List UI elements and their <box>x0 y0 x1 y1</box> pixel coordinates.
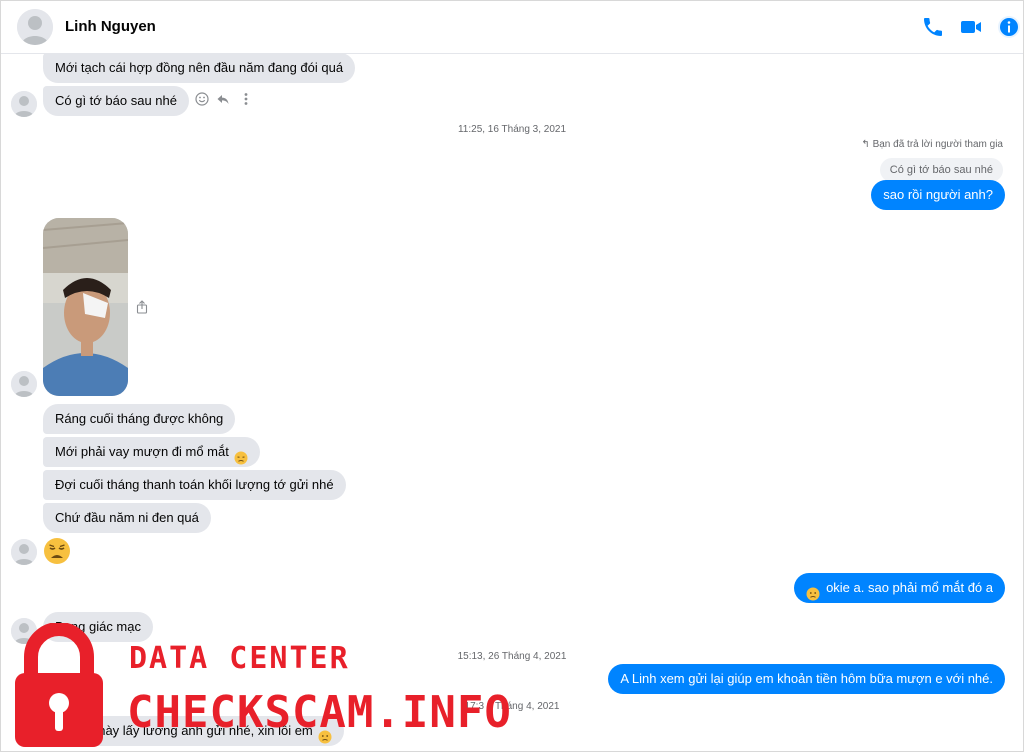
message-text: Mới phải vay mượn đi mổ mắt <box>55 444 229 459</box>
incoming-message[interactable]: Ráng cuối tháng được không <box>43 404 236 434</box>
reply-note: ↰ Bạn đã trả lời người tham gia <box>861 139 1003 150</box>
watermark-site: CHECKSCAM.INFO <box>127 687 512 738</box>
sender-avatar[interactable] <box>11 91 37 117</box>
incoming-message[interactable]: Có gì tớ báo sau nhé <box>43 86 189 116</box>
incoming-message[interactable]: Đợi cuối tháng thanh toán khối lượng tớ … <box>43 470 346 500</box>
watermark-lock-icon <box>9 622 109 751</box>
video-camera-icon[interactable] <box>959 15 983 39</box>
incoming-message[interactable]: Mới tạch cái hợp đồng nên đầu năm đang đ… <box>43 53 356 83</box>
watermark-title: DATA CENTER <box>129 641 350 676</box>
disappointed-face-emoji-icon <box>806 582 820 601</box>
more-options-icon[interactable] <box>239 92 253 106</box>
sender-avatar[interactable] <box>11 539 37 565</box>
contact-avatar[interactable] <box>17 9 53 45</box>
chat-window: Linh Nguyen Mới tạch cái hợp đồng nên đầ… <box>0 0 1024 752</box>
reply-note-text: Bạn đã trả lời người tham gia <box>872 139 1003 150</box>
sad-face-emoji-icon <box>234 446 248 465</box>
reply-arrow-icon: ↰ <box>861 139 873 150</box>
message-text: okie a. sao phải mổ mắt đó a <box>826 580 993 595</box>
share-icon[interactable] <box>135 300 149 314</box>
info-icon[interactable] <box>997 15 1021 39</box>
outgoing-message[interactable]: sao rồi người anh? <box>871 180 1005 210</box>
timestamp: 11:25, 16 Tháng 3, 2021 <box>457 124 567 135</box>
quoted-message[interactable]: Có gì tớ báo sau nhé <box>879 158 1003 182</box>
shared-photo[interactable] <box>43 218 128 396</box>
outgoing-message[interactable]: A Linh xem gửi lại giúp em khoản tiền hô… <box>608 664 1005 694</box>
reply-icon[interactable] <box>216 92 230 106</box>
weary-face-emoji-icon[interactable] <box>43 537 71 565</box>
outgoing-message[interactable]: okie a. sao phải mổ mắt đó a <box>794 573 1005 603</box>
incoming-message[interactable]: Chứ đầu năm ni đen quá <box>43 503 211 533</box>
sender-avatar[interactable] <box>11 371 37 397</box>
incoming-message[interactable]: Mới phải vay mượn đi mổ mắt <box>43 437 261 467</box>
contact-name[interactable]: Linh Nguyen <box>65 18 156 35</box>
react-icon[interactable] <box>195 92 209 106</box>
conversation-header: Linh Nguyen <box>1 1 1023 54</box>
phone-icon[interactable] <box>921 15 945 39</box>
